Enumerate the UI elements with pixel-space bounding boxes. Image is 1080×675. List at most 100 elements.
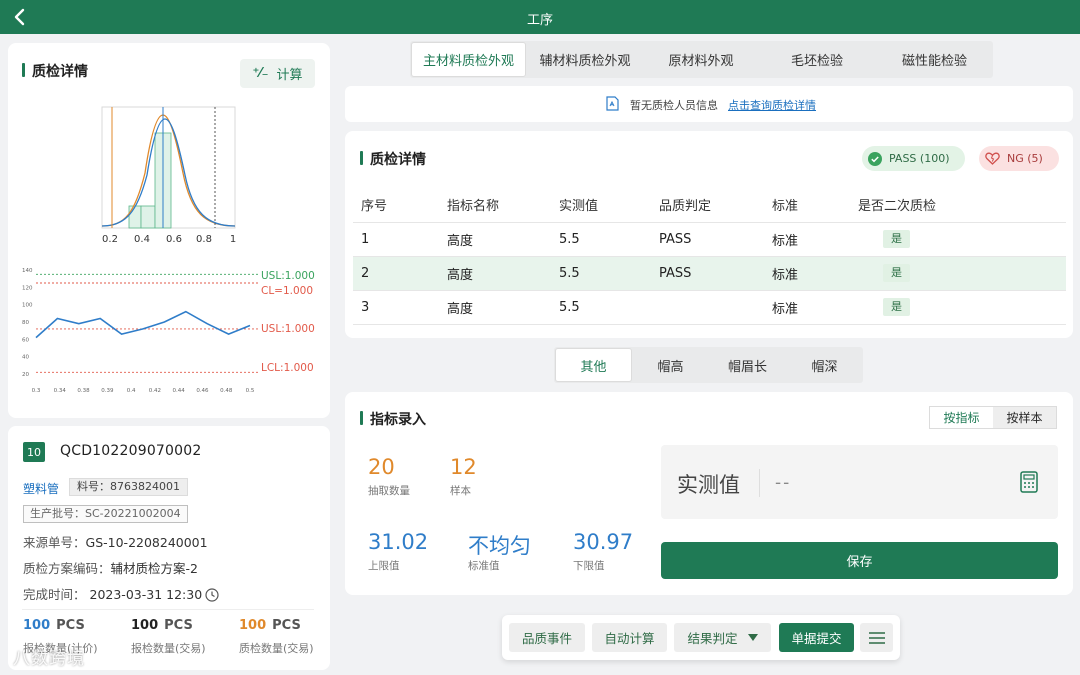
auto-calc-button[interactable]: 自动计算: [592, 623, 667, 652]
upper-limit-value: 31.02: [368, 530, 429, 554]
top-app-bar: 工序: [0, 0, 1080, 34]
col-header: 品质判定: [651, 187, 764, 223]
stat-value: 100: [131, 618, 159, 633]
calculate-button[interactable]: ⁺⁄₋ 计算: [240, 59, 315, 88]
lower-limit-label: 下限值: [573, 560, 605, 572]
tab-aux-material[interactable]: 辅材料质检外观: [526, 41, 644, 78]
cell-recheck: 是: [850, 290, 1066, 325]
calculator-icon[interactable]: [1020, 471, 1038, 493]
table-header-row: 序号 指标名称 实测值 品质判定 标准 是否二次质检: [353, 187, 1066, 223]
hist-tick: 0.4: [134, 234, 150, 245]
cell-recheck: 是: [850, 222, 1066, 257]
control-chart: 140 120 100 80 60 40 20 0.3 0.34 0.38 0.39 0.4 0.42…: [22, 268, 315, 394]
control-x-tick: 0.48: [220, 388, 233, 394]
control-y-tick: 120: [22, 285, 33, 291]
cell-name: 高度: [439, 222, 551, 257]
standard-value: 不均匀: [468, 534, 531, 558]
table-row[interactable]: 3 高度 5.5 标准 是: [353, 290, 1066, 325]
ng-count-label: NG (5): [1007, 152, 1043, 165]
measure-value-input[interactable]: 实测值 --: [661, 445, 1058, 519]
table-row[interactable]: 1 高度 5.5 PASS 标准 是: [353, 222, 1066, 257]
col-header: 序号: [353, 187, 439, 223]
material-name: 塑料管: [23, 482, 60, 496]
calculate-label: 计算: [276, 68, 303, 83]
hist-tick: 0.8: [196, 234, 212, 245]
measure-separator: [759, 469, 760, 497]
inspection-table: 序号 指标名称 实测值 品质判定 标准 是否二次质检 1 高度 5.5 PASS…: [353, 187, 1066, 325]
hist-tick: 0.6: [166, 234, 182, 245]
control-y-tick: 60: [22, 337, 29, 343]
control-x-tick: 0.39: [101, 388, 114, 394]
detail-section-title: 质检详情: [360, 149, 426, 169]
stat-qty-inspected: 100 PCS: [239, 618, 301, 633]
document-icon: [606, 96, 619, 111]
save-button[interactable]: 保存: [661, 542, 1058, 579]
control-y-tick: 140: [22, 268, 33, 274]
cell-value: 5.5: [551, 256, 651, 291]
stat-unit: PCS: [272, 618, 301, 633]
plan-code-value: 辅材质检方案-2: [110, 561, 198, 576]
recheck-tag: 是: [883, 264, 910, 282]
tab-raw-material[interactable]: 原材料外观: [644, 41, 758, 78]
distribution-histogram: 0.2 0.4 0.6 0.8 1: [101, 106, 236, 245]
cell-recheck: 是: [850, 256, 1066, 291]
subtab-other[interactable]: 其他: [555, 348, 632, 382]
control-x-tick: 0.4: [127, 388, 136, 394]
stat-label: 质检数量(交易): [239, 642, 314, 655]
ng-count-pill[interactable]: NG (5): [979, 146, 1059, 171]
cell-value: 5.5: [551, 222, 651, 257]
pass-count-label: PASS (100): [889, 152, 950, 165]
cell-standard: 标准: [764, 256, 850, 291]
cell-name: 高度: [439, 290, 551, 325]
usl-mid-label: USL:1.000: [261, 323, 315, 335]
cell-no: 1: [353, 222, 439, 257]
pass-count-pill[interactable]: PASS (100): [862, 146, 965, 171]
cell-verdict: PASS: [651, 222, 764, 257]
stats-divider: [22, 609, 314, 610]
mode-by-index-button[interactable]: 按指标: [930, 407, 993, 428]
col-header: 标准: [764, 187, 850, 223]
broken-heart-icon: [985, 152, 1000, 165]
finish-time-value: 2023-03-31 12:30: [89, 587, 203, 602]
quality-event-button[interactable]: 品质事件: [509, 623, 585, 652]
result-judge-dropdown[interactable]: 结果判定: [674, 623, 771, 652]
query-detail-link[interactable]: 点击查询质检详情: [728, 97, 816, 113]
tab-magnetic-inspection[interactable]: 磁性能检验: [876, 41, 993, 78]
stat-value: 100: [23, 618, 51, 633]
stat-qty-pricing: 100 PCS: [23, 618, 85, 633]
sample-label: 样本: [450, 485, 471, 497]
control-x-tick: 0.3: [32, 388, 41, 394]
stat-qty-trade: 100 PCS: [131, 618, 193, 633]
hamburger-menu-icon: [868, 631, 885, 644]
sample-count-label: 抽取数量: [368, 485, 410, 497]
order-number: QCD102209070002: [60, 443, 202, 459]
cell-name: 高度: [439, 256, 551, 291]
control-y-tick: 100: [22, 303, 33, 309]
mode-by-sample-button[interactable]: 按样本: [993, 407, 1056, 428]
hist-tick: 1: [230, 234, 236, 245]
lcl-label: LCL:1.000: [261, 362, 314, 374]
stat-unit: PCS: [164, 618, 193, 633]
recheck-tag: 是: [883, 230, 910, 248]
control-y-tick: 80: [22, 320, 29, 326]
menu-button[interactable]: [860, 623, 893, 652]
stat-value: 100: [239, 618, 267, 633]
subtab-cap-brim[interactable]: 帽眉长: [709, 347, 786, 383]
entry-section-title: 指标录入: [360, 409, 426, 429]
usl-top-label: USL:1.000: [261, 270, 315, 282]
submit-button[interactable]: 单据提交: [779, 623, 854, 652]
check-circle-icon: [868, 151, 882, 166]
left-section-title: 质检详情: [22, 61, 88, 81]
cell-no: 3: [353, 290, 439, 325]
col-header: 指标名称: [439, 187, 551, 223]
stat-unit: PCS: [56, 618, 85, 633]
table-row-selected[interactable]: 2 高度 5.5 PASS 标准 是: [353, 256, 1066, 291]
lower-limit-value: 30.97: [573, 530, 634, 554]
subtab-cap-depth[interactable]: 帽深: [786, 347, 863, 383]
subtab-cap-height[interactable]: 帽高: [632, 347, 709, 383]
hist-tick: 0.2: [102, 234, 118, 245]
tab-main-material[interactable]: 主材料质检外观: [411, 42, 526, 77]
plus-minus-icon: ⁺⁄₋: [252, 66, 269, 81]
tab-blank-inspection[interactable]: 毛坯检验: [758, 41, 876, 78]
plan-code-label: 质检方案编码：: [23, 561, 111, 576]
